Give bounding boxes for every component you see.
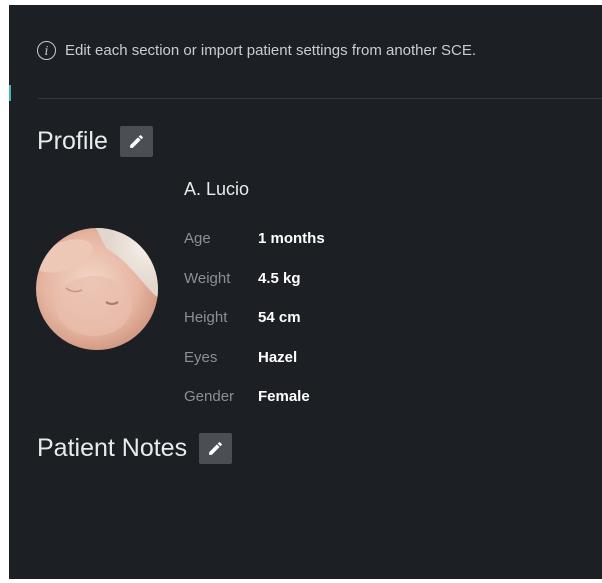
edit-profile-button[interactable]	[119, 126, 153, 157]
patient-avatar	[36, 228, 158, 350]
field-label: Weight	[184, 269, 231, 287]
patient-settings-panel: i Edit each section or import patient se…	[9, 5, 602, 579]
field-value: Hazel	[258, 348, 298, 366]
field-row-weight: Weight 4.5 kg	[184, 259, 325, 299]
info-banner: i Edit each section or import patient se…	[37, 41, 476, 60]
field-label: Eyes	[184, 348, 218, 366]
patient-name: A. Lucio	[184, 179, 250, 199]
accent-edge	[9, 85, 11, 101]
field-row-gender: Gender Female	[184, 377, 325, 417]
edit-notes-button[interactable]	[199, 433, 233, 464]
field-value: 54 cm	[258, 309, 301, 327]
pencil-icon	[130, 135, 143, 148]
field-row-eyes: Eyes Hazel	[184, 338, 325, 378]
field-row-height: Height 54 cm	[184, 298, 325, 338]
field-label: Height	[184, 309, 228, 327]
profile-section-header: Profile	[37, 126, 153, 157]
notes-title: Patient Notes	[37, 434, 188, 462]
field-value: Female	[258, 388, 310, 406]
info-text: Edit each section or import patient sett…	[65, 42, 477, 59]
profile-title: Profile	[37, 127, 108, 155]
profile-fields: Age 1 months Weight 4.5 kg Height 54 cm …	[184, 219, 325, 417]
pencil-icon	[209, 442, 222, 455]
divider	[38, 98, 602, 99]
field-label: Age	[184, 230, 211, 248]
info-icon: i	[37, 41, 56, 60]
field-label: Gender	[184, 388, 235, 406]
field-row-age: Age 1 months	[184, 219, 325, 259]
field-value: 4.5 kg	[258, 269, 301, 287]
field-value: 1 months	[258, 230, 325, 248]
notes-section-header: Patient Notes	[37, 433, 233, 464]
